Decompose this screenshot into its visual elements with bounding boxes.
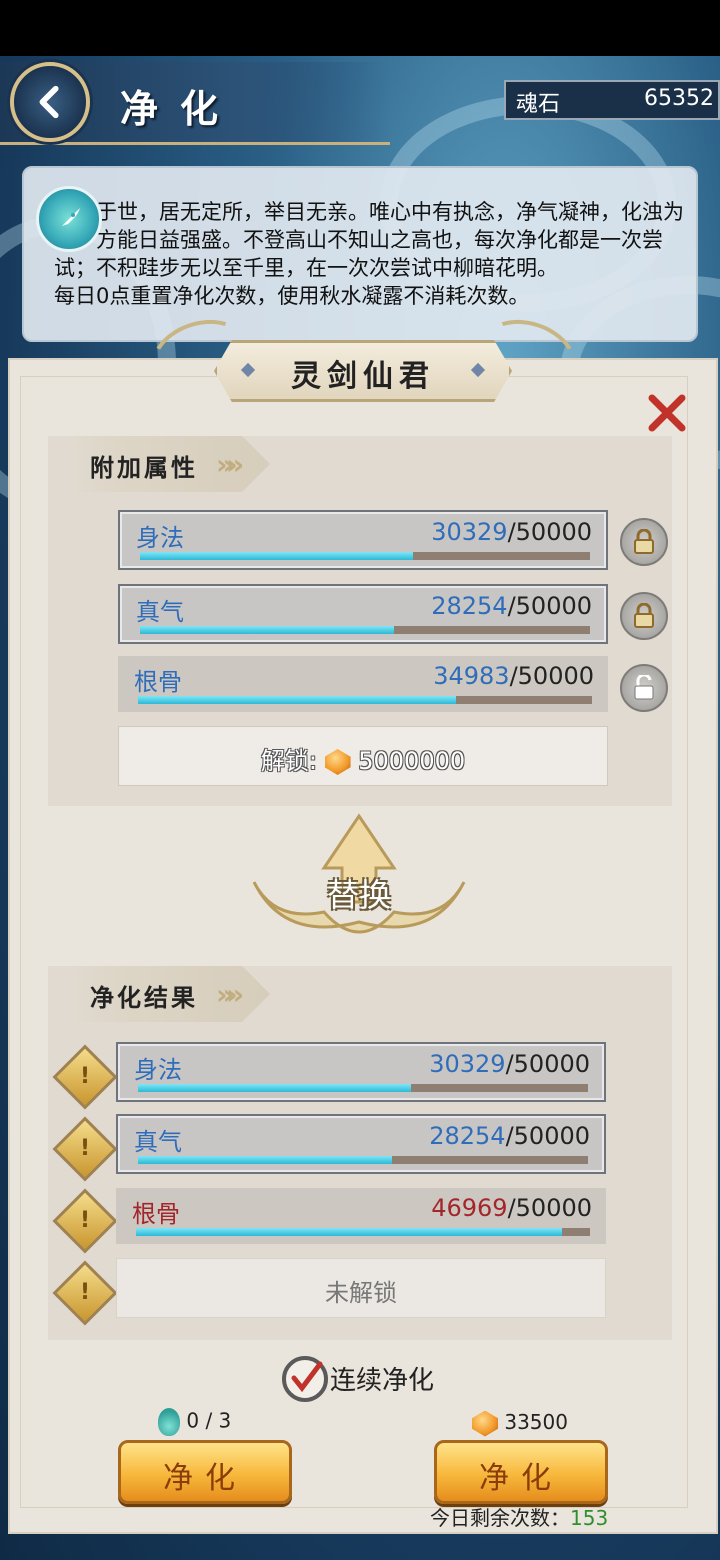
character-nameplate: 灵剑仙君 bbox=[214, 340, 512, 402]
result-label: 真气 bbox=[134, 1128, 182, 1156]
checkbox[interactable] bbox=[282, 1356, 328, 1402]
attribute-label: 身法 bbox=[136, 524, 184, 552]
continuous-purify-label: 连续净化 bbox=[330, 1366, 435, 1396]
attribute-value: 34983/50000 bbox=[433, 662, 594, 690]
progress-fill bbox=[138, 696, 456, 704]
progress-fill bbox=[138, 1156, 393, 1164]
attribute-label: 真气 bbox=[136, 598, 184, 626]
result-value: 28254/50000 bbox=[429, 1122, 590, 1150]
rocket-icon bbox=[36, 186, 102, 252]
attribute-row: 身法 30329/50000 bbox=[118, 510, 608, 570]
results-title: 净化结果 bbox=[90, 983, 198, 1012]
progress-bar bbox=[138, 696, 592, 704]
gem-icon bbox=[324, 749, 351, 775]
remaining-count: 今日剩余次数：153 bbox=[430, 1502, 608, 1531]
progress-bar bbox=[138, 1156, 588, 1164]
close-icon bbox=[648, 394, 686, 432]
remaining-label: 今日剩余次数： bbox=[430, 1506, 570, 1530]
unlock-button[interactable]: 解锁: 5000000 bbox=[118, 726, 608, 786]
chevron-right-icon: »» bbox=[216, 448, 244, 481]
progress-bar bbox=[138, 1084, 588, 1092]
result-row: 身法 30329/50000 bbox=[116, 1042, 606, 1102]
attribute-row: 根骨 34983/50000 bbox=[118, 656, 608, 712]
right-cost-value: 33500 bbox=[504, 1410, 568, 1434]
attributes-title: 附加属性 bbox=[90, 453, 198, 482]
close-button[interactable] bbox=[644, 390, 690, 436]
character-name: 灵剑仙君 bbox=[291, 359, 435, 394]
description-panel: 一孑于世，居无定所，举目无亲。唯心中有执念，净气凝神，化浊为清，方能日益强盛。不… bbox=[22, 166, 698, 342]
chevron-right-icon: »» bbox=[216, 978, 244, 1011]
attributes-header: 附加属性 »» bbox=[70, 436, 270, 492]
currency-value: 65352 bbox=[644, 86, 714, 111]
currency-label: 魂石 bbox=[516, 92, 561, 117]
currency-display: 魂石 65352 bbox=[504, 80, 720, 120]
purify-button-right[interactable]: 净化 bbox=[434, 1440, 608, 1504]
progress-fill bbox=[140, 552, 413, 560]
progress-fill bbox=[138, 1084, 411, 1092]
left-cost: 0 / 3 bbox=[158, 1408, 231, 1436]
lock-toggle-button[interactable] bbox=[620, 518, 668, 566]
progress-fill bbox=[140, 626, 395, 634]
progress-fill bbox=[136, 1228, 563, 1236]
remaining-value: 153 bbox=[570, 1506, 609, 1530]
unlock-label: 解锁: bbox=[260, 747, 317, 775]
swap-button[interactable]: 替换 bbox=[244, 812, 474, 956]
lock-toggle-button[interactable] bbox=[620, 664, 668, 712]
attribute-value: 28254/50000 bbox=[431, 592, 592, 620]
gourd-icon bbox=[158, 1408, 180, 1436]
attribute-label: 根骨 bbox=[134, 668, 182, 696]
right-cost: 33500 bbox=[472, 1410, 568, 1437]
back-arrow-icon bbox=[39, 85, 59, 119]
result-value: 30329/50000 bbox=[429, 1050, 590, 1078]
page-title: 净化 bbox=[120, 86, 241, 131]
lock-icon bbox=[634, 603, 654, 628]
unlock-cost: 5000000 bbox=[358, 747, 466, 775]
left-cost-value: 0 / 3 bbox=[186, 1408, 232, 1433]
swap-label: 替换 bbox=[326, 876, 391, 914]
locked-slot: 未解锁 bbox=[116, 1258, 606, 1318]
progress-bar bbox=[140, 552, 590, 560]
attribute-row: 真气 28254/50000 bbox=[118, 584, 608, 644]
unlock-icon bbox=[634, 675, 654, 700]
result-label: 根骨 bbox=[132, 1200, 180, 1228]
progress-bar bbox=[136, 1228, 590, 1236]
result-label: 身法 bbox=[134, 1056, 182, 1084]
result-value: 46969/50000 bbox=[431, 1194, 592, 1222]
purify-button-label: 净化 bbox=[479, 1461, 563, 1496]
purify-button-label: 净化 bbox=[163, 1461, 247, 1496]
purify-button-left[interactable]: 净化 bbox=[118, 1440, 292, 1504]
locked-slot-label: 未解锁 bbox=[325, 1279, 397, 1307]
result-row: 真气 28254/50000 bbox=[116, 1114, 606, 1174]
back-button[interactable] bbox=[10, 62, 90, 142]
attribute-value: 30329/50000 bbox=[431, 518, 592, 546]
gem-icon bbox=[472, 1410, 498, 1437]
checkmark-icon bbox=[291, 1361, 323, 1393]
progress-bar bbox=[140, 626, 590, 634]
results-header: 净化结果 »» bbox=[70, 966, 270, 1022]
result-row: 根骨 46969/50000 bbox=[116, 1188, 606, 1244]
lock-icon bbox=[634, 529, 654, 554]
description-text: 一孑于世，居无定所，举目无亲。唯心中有执念，净气凝神，化浊为清，方能日益强盛。不… bbox=[54, 200, 684, 308]
lock-toggle-button[interactable] bbox=[620, 592, 668, 640]
